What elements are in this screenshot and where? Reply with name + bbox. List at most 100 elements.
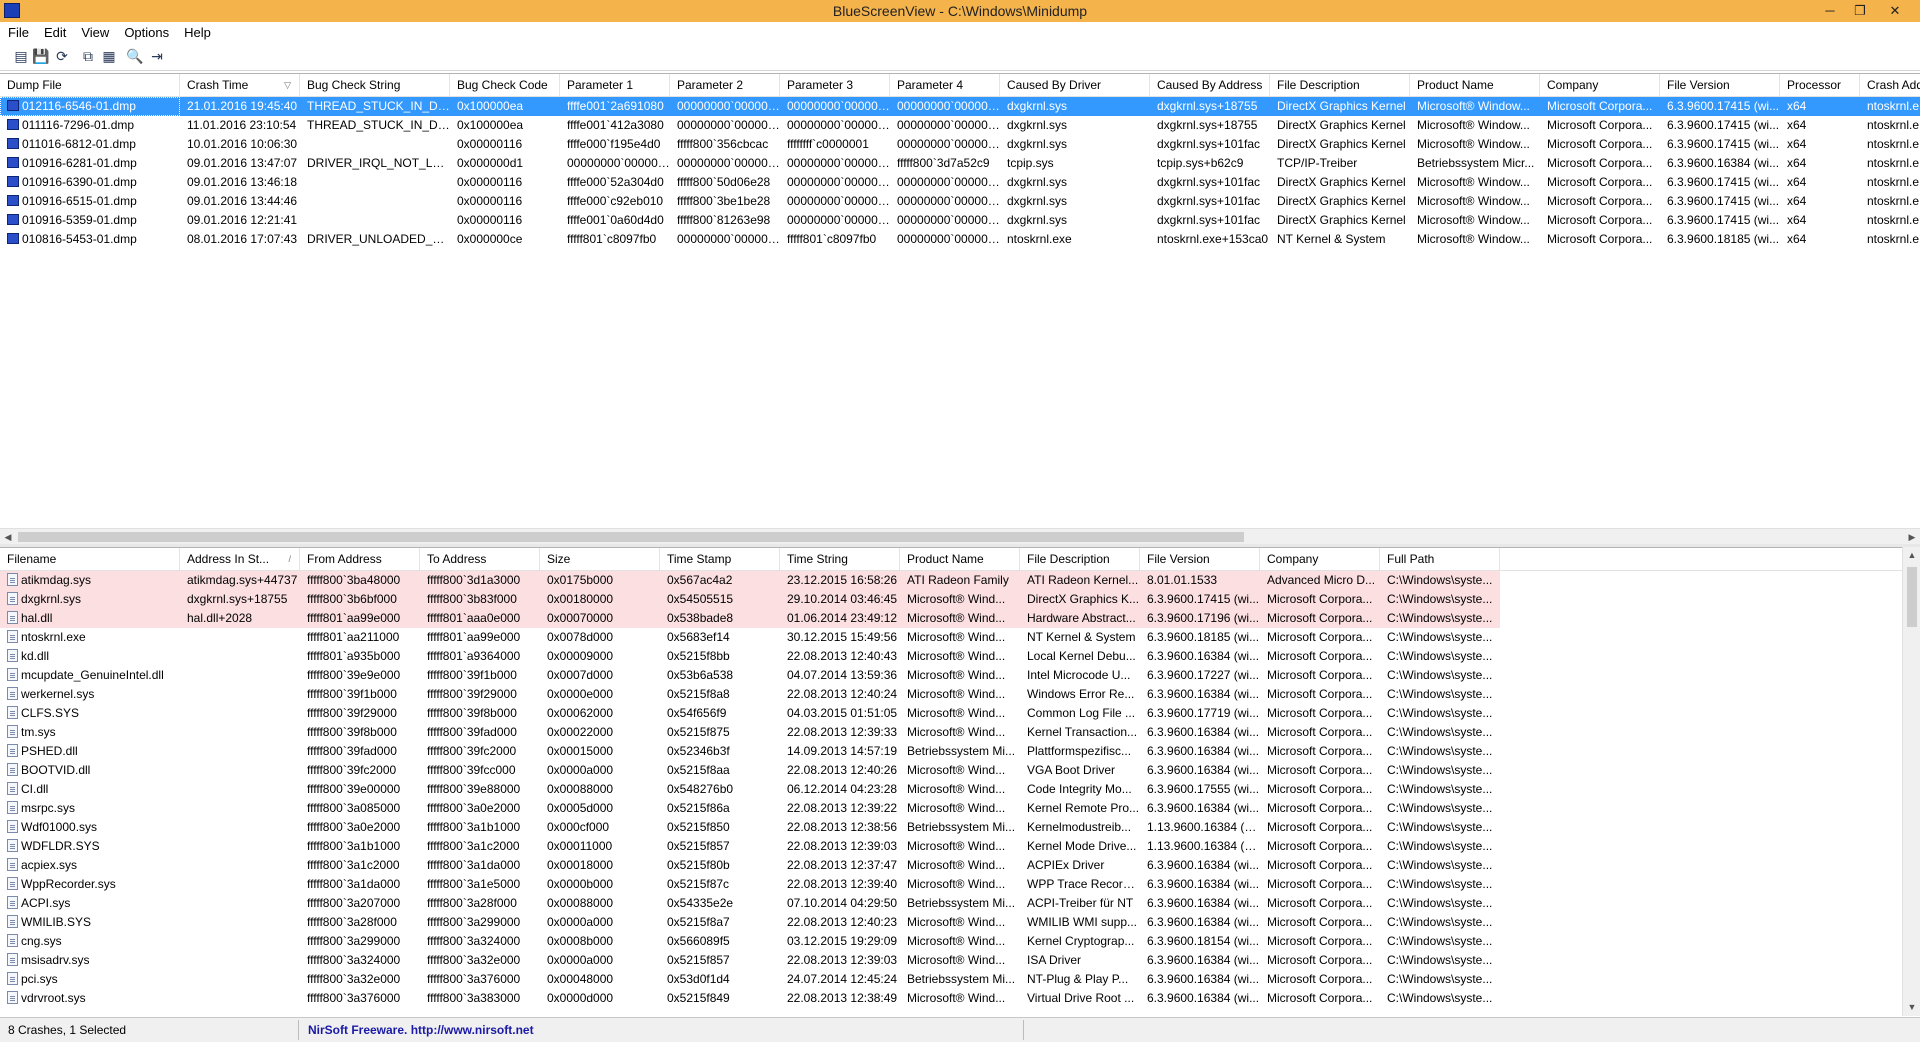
scroll-up-arrow-icon[interactable]: ▲	[1903, 547, 1920, 563]
driver-list-row[interactable]: kd.dll fffff801`a935b000 fffff801`a9364000…	[0, 647, 1920, 666]
driver-list-row[interactable]: msrpc.sys fffff800`3a085000 fffff800`3a0e2…	[0, 799, 1920, 818]
crash-list-col-header[interactable]: Bug Check String	[300, 74, 450, 96]
driver-list[interactable]: Filename Address In St... / From Address To …	[0, 547, 1920, 1017]
crash-list[interactable]: Dump File Crash Time ▽ Bug Check String Bug …	[0, 73, 1920, 543]
scroll-down-arrow-icon[interactable]: ▼	[1903, 999, 1920, 1015]
driver-list-col-header[interactable]: Filename	[0, 548, 180, 570]
driver-list-row[interactable]: cng.sys fffff800`3a299000 fffff800`3a32400…	[0, 932, 1920, 951]
save-icon[interactable]: 💾	[32, 47, 50, 65]
crash-list-col-header[interactable]: Caused By Address	[1150, 74, 1270, 96]
scroll-left-arrow-icon[interactable]: ◀	[0, 529, 16, 545]
driver-file-icon	[7, 573, 18, 586]
driver-list-row[interactable]: ntoskrnl.exe fffff801`aa211000 fffff801`aa…	[0, 628, 1920, 647]
driver-list-col-header[interactable]: To Address	[420, 548, 540, 570]
crash-list-cell: THREAD_STUCK_IN_DEV...	[300, 116, 450, 135]
driver-list-row[interactable]: hal.dll hal.dll+2028 fffff801`aa99e000 ffff…	[0, 609, 1920, 628]
driver-list-cell-text: 6.3.9600.17196 (wi...	[1147, 611, 1260, 625]
driver-list-cell: 0x5215f8aa	[660, 761, 780, 780]
copy-icon[interactable]: ⧉	[79, 47, 97, 65]
driver-list-col-header[interactable]: Full Path	[1380, 548, 1500, 570]
driver-list-row[interactable]: pci.sys fffff800`3a32e000 fffff800`3a37600…	[0, 970, 1920, 989]
driver-list-cell-text: ACPIEx Driver	[1027, 858, 1105, 872]
driver-list-row[interactable]: WMILIB.SYS fffff800`3a28f000 fffff800`3a29…	[0, 913, 1920, 932]
driver-list-col-header[interactable]: Time String	[780, 548, 900, 570]
crash-list-row[interactable]: 010916-5359-01.dmp 09.01.2016 12:21:41 0x0…	[0, 211, 1920, 230]
minimize-button[interactable]: ─	[1815, 1, 1845, 21]
properties-icon[interactable]: ▦	[100, 47, 118, 65]
menu-help[interactable]: Help	[176, 22, 218, 42]
maximize-button[interactable]: ❐	[1845, 1, 1875, 21]
crash-list-row[interactable]: 011116-7296-01.dmp 11.01.2016 23:10:54 THR…	[0, 116, 1920, 135]
driver-list-col-header[interactable]: Size	[540, 548, 660, 570]
driver-list-row[interactable]: Wdf01000.sys fffff800`3a0e2000 fffff800`3a…	[0, 818, 1920, 837]
driver-list-col-header[interactable]: From Address	[300, 548, 420, 570]
driver-list-cell-text: 0x0007d000	[547, 668, 614, 682]
driver-list-cell: C:\Windows\syste...	[1380, 723, 1500, 742]
menu-options[interactable]: Options	[116, 22, 176, 42]
nirsoft-link[interactable]: NirSoft Freeware. http://www.nirsoft.net	[302, 1018, 802, 1042]
crash-list-col-header[interactable]: Product Name	[1410, 74, 1540, 96]
driver-list-row[interactable]: dxgkrnl.sys dxgkrnl.sys+18755 fffff800`3b6…	[0, 590, 1920, 609]
menu-edit[interactable]: Edit	[36, 22, 73, 42]
crash-list-row[interactable]: 010916-6390-01.dmp 09.01.2016 13:46:18 0x0…	[0, 173, 1920, 192]
menu-view[interactable]: View	[73, 22, 116, 42]
driver-list-col-header[interactable]: Address In St... /	[180, 548, 300, 570]
driver-list-row[interactable]: WppRecorder.sys fffff800`3a1da000 fffff800…	[0, 875, 1920, 894]
crash-list-col-header[interactable]: Company	[1540, 74, 1660, 96]
vscroll-thumb[interactable]	[1907, 567, 1917, 627]
driver-list-cell-text: Microsoft Corpora...	[1267, 877, 1373, 891]
crash-list-row[interactable]: 012116-6546-01.dmp 21.01.2016 19:45:40 THR…	[0, 97, 1920, 116]
driver-list-row[interactable]: PSHED.dll fffff800`39fad000 fffff800`39fc2…	[0, 742, 1920, 761]
exit-icon[interactable]: ⇥	[148, 47, 166, 65]
crash-list-cell-text: Microsoft Corpora...	[1547, 194, 1653, 208]
driver-list-row[interactable]: CI.dll fffff800`39e00000 fffff800`39e88000…	[0, 780, 1920, 799]
crash-list-row[interactable]: 010916-6515-01.dmp 09.01.2016 13:44:46 0x0…	[0, 192, 1920, 211]
driver-list-col-header[interactable]: Product Name	[900, 548, 1020, 570]
hscroll-thumb[interactable]	[18, 532, 1244, 542]
crash-list-col-header[interactable]: Crash Time ▽	[180, 74, 300, 96]
driver-list-row[interactable]: tm.sys fffff800`39f8b000 fffff800`39fad000…	[0, 723, 1920, 742]
crash-list-col-header[interactable]: Caused By Driver	[1000, 74, 1150, 96]
driver-list-row[interactable]: vdrvroot.sys fffff800`3a376000 fffff800`3a…	[0, 989, 1920, 1008]
driver-list-col-header[interactable]: Time Stamp	[660, 548, 780, 570]
driver-list-vscrollbar[interactable]: ▲ ▼	[1902, 547, 1920, 1016]
refresh-icon[interactable]: ⟳	[53, 47, 71, 65]
close-button[interactable]: ✕	[1880, 1, 1910, 21]
driver-list-col-header[interactable]: File Version	[1140, 548, 1260, 570]
driver-list-cell-text: 6.3.9600.17227 (wi...	[1147, 668, 1260, 682]
crash-list-col-header[interactable]: Parameter 3	[780, 74, 890, 96]
driver-list-row[interactable]: msisadrv.sys fffff800`3a324000 fffff800`3a…	[0, 951, 1920, 970]
driver-list-row[interactable]: mcupdate_GenuineIntel.dll fffff800`39e9e0…	[0, 666, 1920, 685]
driver-list-row[interactable]: CLFS.SYS fffff800`39f29000 fffff800`39f8b0…	[0, 704, 1920, 723]
crash-list-hscrollbar[interactable]: ◀ ▶	[0, 528, 1920, 545]
driver-list-col-header[interactable]: File Description	[1020, 548, 1140, 570]
crash-list-col-header[interactable]: Parameter 2	[670, 74, 780, 96]
driver-list-row[interactable]: WDFLDR.SYS fffff800`3a1b1000 fffff800`3a1c…	[0, 837, 1920, 856]
driver-list-row[interactable]: acpiex.sys fffff800`3a1c2000 fffff800`3a1d…	[0, 856, 1920, 875]
crash-list-col-header[interactable]: Crash Address	[1860, 74, 1920, 96]
find-icon[interactable]: 🔍	[126, 47, 144, 65]
crash-list-col-header[interactable]: Parameter 4	[890, 74, 1000, 96]
driver-list-row[interactable]: ACPI.sys fffff800`3a207000 fffff800`3a28f0…	[0, 894, 1920, 913]
menu-file[interactable]: File	[0, 22, 36, 42]
crash-list-cell: DirectX Graphics Kernel	[1270, 211, 1410, 230]
driver-list-cell-text: Microsoft® Wind...	[907, 858, 1006, 872]
crash-list-row[interactable]: 010916-6281-01.dmp 09.01.2016 13:47:07 DRI…	[0, 154, 1920, 173]
crash-list-row[interactable]: 011016-6812-01.dmp 10.01.2016 10:06:30 0x0…	[0, 135, 1920, 154]
crash-list-col-header[interactable]: Parameter 1	[560, 74, 670, 96]
driver-list-row[interactable]: atikmdag.sys atikmdag.sys+44737 fffff800`3…	[0, 571, 1920, 590]
html-report-icon[interactable]: ▤	[12, 47, 30, 65]
driver-list-cell: 22.08.2013 12:40:43	[780, 647, 900, 666]
driver-list-row[interactable]: werkernel.sys fffff800`39f1b000 fffff800`3…	[0, 685, 1920, 704]
crash-list-col-header[interactable]: Dump File	[0, 74, 180, 96]
driver-list-col-header[interactable]: Company	[1260, 548, 1380, 570]
crash-list-col-header[interactable]: File Version	[1660, 74, 1780, 96]
crash-list-col-header[interactable]: Bug Check Code	[450, 74, 560, 96]
crash-list-col-header[interactable]: Processor	[1780, 74, 1860, 96]
scroll-right-arrow-icon[interactable]: ▶	[1904, 529, 1920, 545]
driver-list-cell: 22.08.2013 12:40:23	[780, 913, 900, 932]
crash-list-cell: DirectX Graphics Kernel	[1270, 116, 1410, 135]
crash-list-row[interactable]: 010816-5453-01.dmp 08.01.2016 17:07:43 DRI…	[0, 230, 1920, 249]
crash-list-col-header[interactable]: File Description	[1270, 74, 1410, 96]
driver-list-row[interactable]: BOOTVID.dll fffff800`39fc2000 fffff800`39f…	[0, 761, 1920, 780]
